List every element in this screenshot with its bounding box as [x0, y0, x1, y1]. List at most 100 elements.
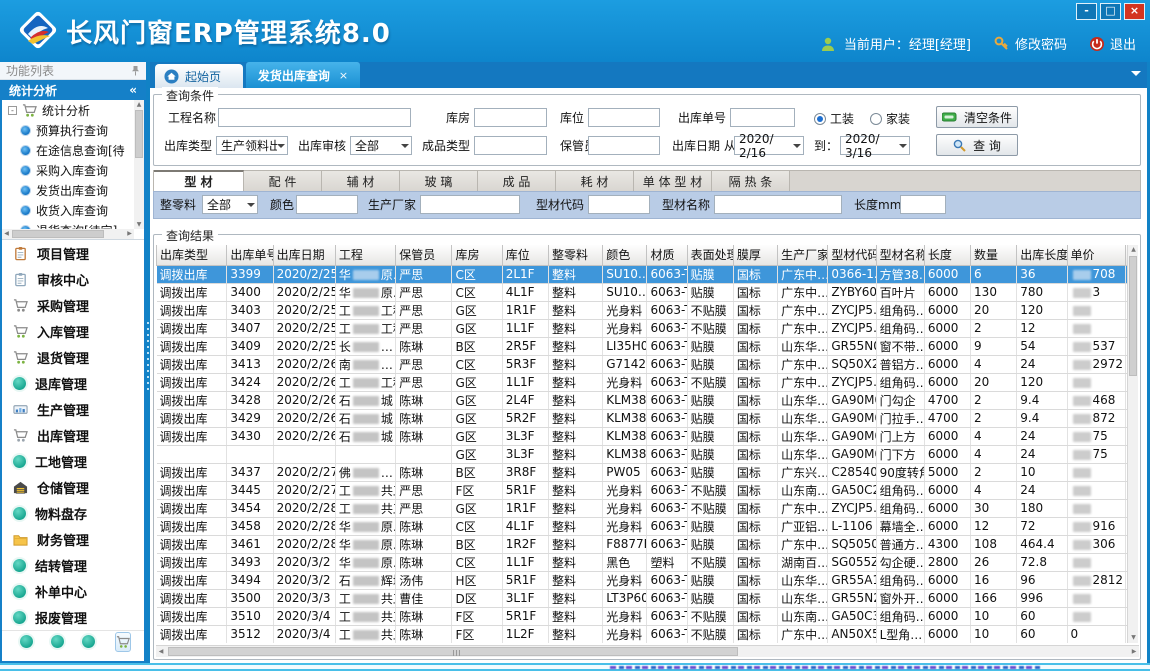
table-row[interactable]: 调拨出库34942020/3/2石辉城汤伟H区5R1F整料光身料6063-T5贴…: [157, 571, 1129, 589]
sidebar-item-项目管理[interactable]: 项目管理: [2, 240, 144, 266]
column-header-出库类型[interactable]: 出库类型: [157, 245, 227, 265]
order-no-input[interactable]: [730, 108, 795, 127]
scroll-up-icon[interactable]: ▲: [134, 100, 144, 109]
table-row[interactable]: 调拨出库34582020/2/28华原…陈琳C区4L1F整料光身料6063-T5…: [157, 517, 1129, 535]
project-name-input[interactable]: [218, 108, 411, 127]
table-row[interactable]: G区3L3F整料KLM38176063-T5贴膜国标山东华…GA90M09…门下…: [157, 445, 1129, 463]
table-row[interactable]: 调拨出库34372020/2/27佛…陈琳B区3R8F整料PW056063-T5…: [157, 463, 1129, 481]
table-row[interactable]: 调拨出库34092020/2/25长…陈琳B区2R5F整料LI35H06063-…: [157, 337, 1129, 355]
results-horizontal-scrollbar[interactable]: ◀ ▶: [156, 645, 1139, 657]
material-tab-玻璃[interactable]: 玻 璃: [400, 171, 478, 192]
tree-root[interactable]: -统计分析: [2, 100, 134, 120]
manufacturer-input[interactable]: [420, 195, 520, 214]
column-header-库房[interactable]: 库房: [452, 245, 502, 265]
table-row[interactable]: 调拨出库34932020/3/2华原…陈琳C区1L1F整料黑色塑料不贴膜国标湖南…: [157, 553, 1129, 571]
tree-scroll-thumb[interactable]: [135, 110, 143, 158]
table-row[interactable]: 调拨出库34282020/2/26石城陈琳G区2L4F整料KLM38176063…: [157, 391, 1129, 409]
table-row[interactable]: 调拨出库34132020/2/26南…严思C区5R3F整料G714226063-…: [157, 355, 1129, 373]
table-row[interactable]: 调拨出库34032020/2/25工工程严思G区1R1F整料光身料6063-T5…: [157, 301, 1129, 319]
material-tab-单体型材[interactable]: 单 体 型 材: [634, 171, 712, 192]
review-select[interactable]: 全部: [350, 136, 412, 155]
scroll-down-icon[interactable]: ▼: [1128, 633, 1139, 643]
table-row[interactable]: 调拨出库34452020/2/27工共工程严思F区5R1F整料光身料6063-T…: [157, 481, 1129, 499]
table-row[interactable]: 调拨出库35102020/3/4工共工程陈琳F区5R1F整料光身料6063-T5…: [157, 607, 1129, 625]
warehouse-input[interactable]: [474, 108, 547, 127]
sidebar-item-采购管理[interactable]: 采购管理: [2, 292, 144, 318]
sidebar-item-审核中心[interactable]: 审核中心: [2, 266, 144, 292]
column-header-材质[interactable]: 材质: [647, 245, 687, 265]
sidebar-item-退货管理[interactable]: 退货管理: [2, 344, 144, 370]
column-header-颜色[interactable]: 颜色: [603, 245, 647, 265]
sidebar-item-结转管理[interactable]: 结转管理: [2, 552, 144, 578]
table-row[interactable]: 调拨出库34542020/2/28工共工程严思G区1R1F整料光身料6063-T…: [157, 499, 1129, 517]
material-tab-辅材[interactable]: 辅 材: [322, 171, 400, 192]
results-vscroll-thumb[interactable]: [1129, 256, 1137, 376]
results-vertical-scrollbar[interactable]: ▲ ▼: [1127, 245, 1138, 643]
tab-home[interactable]: 起始页: [155, 64, 243, 88]
table-row[interactable]: 调拨出库34302020/2/26石城陈琳G区3L3F整料KLM38176063…: [157, 427, 1129, 445]
logout-button[interactable]: 退出: [1089, 34, 1136, 53]
change-password-button[interactable]: 修改密码: [993, 34, 1067, 53]
column-header-表面处理[interactable]: 表面处理: [687, 245, 733, 265]
dot-icon[interactable]: [82, 635, 95, 648]
table-row[interactable]: 调拨出库34242020/2/26工工程严思G区1L1F整料光身料6063-T5…: [157, 373, 1129, 391]
whole-part-select[interactable]: 全部: [202, 195, 258, 214]
dot-icon[interactable]: [20, 635, 33, 648]
column-header-数量[interactable]: 数量: [971, 245, 1017, 265]
sidebar-item-工地管理[interactable]: 工地管理: [2, 448, 144, 474]
close-button[interactable]: ×: [1124, 3, 1145, 20]
tree-collapse-icon[interactable]: -: [8, 106, 17, 115]
material-tab-隔热条[interactable]: 隔 热 条: [712, 171, 790, 192]
length-input[interactable]: [900, 195, 946, 214]
tab-active-shipping-outbound-query[interactable]: 发货出库查询 ×: [246, 62, 360, 88]
table-row[interactable]: 调拨出库34072020/2/25工工程严思G区1L1F整料光身料6063-T5…: [157, 319, 1129, 337]
table-row[interactable]: 调拨出库35122020/3/4工共工程陈琳F区1L2F整料光身料6063-T5…: [157, 625, 1129, 643]
color-input[interactable]: [296, 195, 358, 214]
tree-item-发货出库查询[interactable]: 发货出库查询: [2, 180, 134, 200]
column-header-膜厚[interactable]: 膜厚: [733, 245, 777, 265]
table-row[interactable]: 调拨出库34612020/2/28华原…陈琳B区1R2F整料F8877FT606…: [157, 535, 1129, 553]
sidebar-item-入库管理[interactable]: 入库管理: [2, 318, 144, 344]
tab-close-icon[interactable]: ×: [339, 69, 348, 82]
scroll-left-icon[interactable]: ◀: [2, 229, 11, 239]
keeper-input[interactable]: [588, 136, 660, 155]
table-row[interactable]: 调拨出库33992020/2/25华原…严思C区2L1F整料SU10…6063-…: [157, 265, 1129, 283]
cart-shortcut-button[interactable]: [115, 632, 131, 652]
tree-item-退货查询[待定][interactable]: 退货查询[待定]: [2, 220, 134, 229]
tree-horizontal-scrollbar[interactable]: ◀ ▶: [2, 229, 134, 239]
material-tab-型材[interactable]: 型 材: [154, 170, 244, 191]
column-header-整零料[interactable]: 整零料: [548, 245, 602, 265]
sidebar-item-补单中心[interactable]: 补单中心: [2, 578, 144, 604]
sidebar-item-物料盘存[interactable]: 物料盘存: [2, 500, 144, 526]
column-header-出库日期[interactable]: 出库日期: [273, 245, 335, 265]
column-header-出库单号[interactable]: 出库单号: [227, 245, 273, 265]
sidebar-item-出库管理[interactable]: 出库管理: [2, 422, 144, 448]
tree-hscroll-thumb[interactable]: [12, 230, 104, 238]
scroll-left-icon[interactable]: ◀: [156, 646, 166, 658]
tab-list-dropdown-icon[interactable]: [1131, 71, 1141, 81]
clear-conditions-button[interactable]: 清空条件: [936, 106, 1018, 128]
table-row[interactable]: 调拨出库34002020/2/25华原…严思C区4L1F整料SU10…6063-…: [157, 283, 1129, 301]
tree-item-采购入库查询[interactable]: 采购入库查询: [2, 160, 134, 180]
sidebar-group-header[interactable]: 统计分析 «: [2, 80, 144, 100]
table-row[interactable]: 调拨出库35002020/3/3工共工程曹佳D区3L1F整料LT3P606063…: [157, 589, 1129, 607]
collapse-icon[interactable]: «: [129, 83, 137, 97]
scroll-down-icon[interactable]: ▼: [134, 220, 144, 229]
minimize-button[interactable]: -: [1076, 3, 1097, 20]
tree-item-收货入库查询[interactable]: 收货入库查询: [2, 200, 134, 220]
material-tab-成品[interactable]: 成 品: [478, 171, 556, 192]
column-header-型材代码[interactable]: 型材代码: [828, 245, 876, 265]
column-header-单价[interactable]: 单价: [1067, 245, 1125, 265]
column-header-保管员[interactable]: 保管员: [396, 245, 452, 265]
maximize-button[interactable]: □: [1100, 3, 1121, 20]
sidebar-item-财务管理[interactable]: 财务管理: [2, 526, 144, 552]
date-from-picker[interactable]: 2020/ 2/16: [734, 136, 804, 155]
outbound-type-select[interactable]: 生产领料出库: [216, 136, 288, 155]
column-header-出库长度[interactable]: 出库长度: [1017, 245, 1067, 265]
scroll-right-icon[interactable]: ▶: [125, 229, 134, 239]
results-hscroll-thumb[interactable]: [168, 647, 738, 656]
sidebar-item-生产管理[interactable]: 生产管理: [2, 396, 144, 422]
column-header-工程[interactable]: 工程: [335, 245, 395, 265]
tree-item-在途信息查询[待[interactable]: 在途信息查询[待: [2, 140, 134, 160]
product-type-input[interactable]: [474, 136, 547, 155]
